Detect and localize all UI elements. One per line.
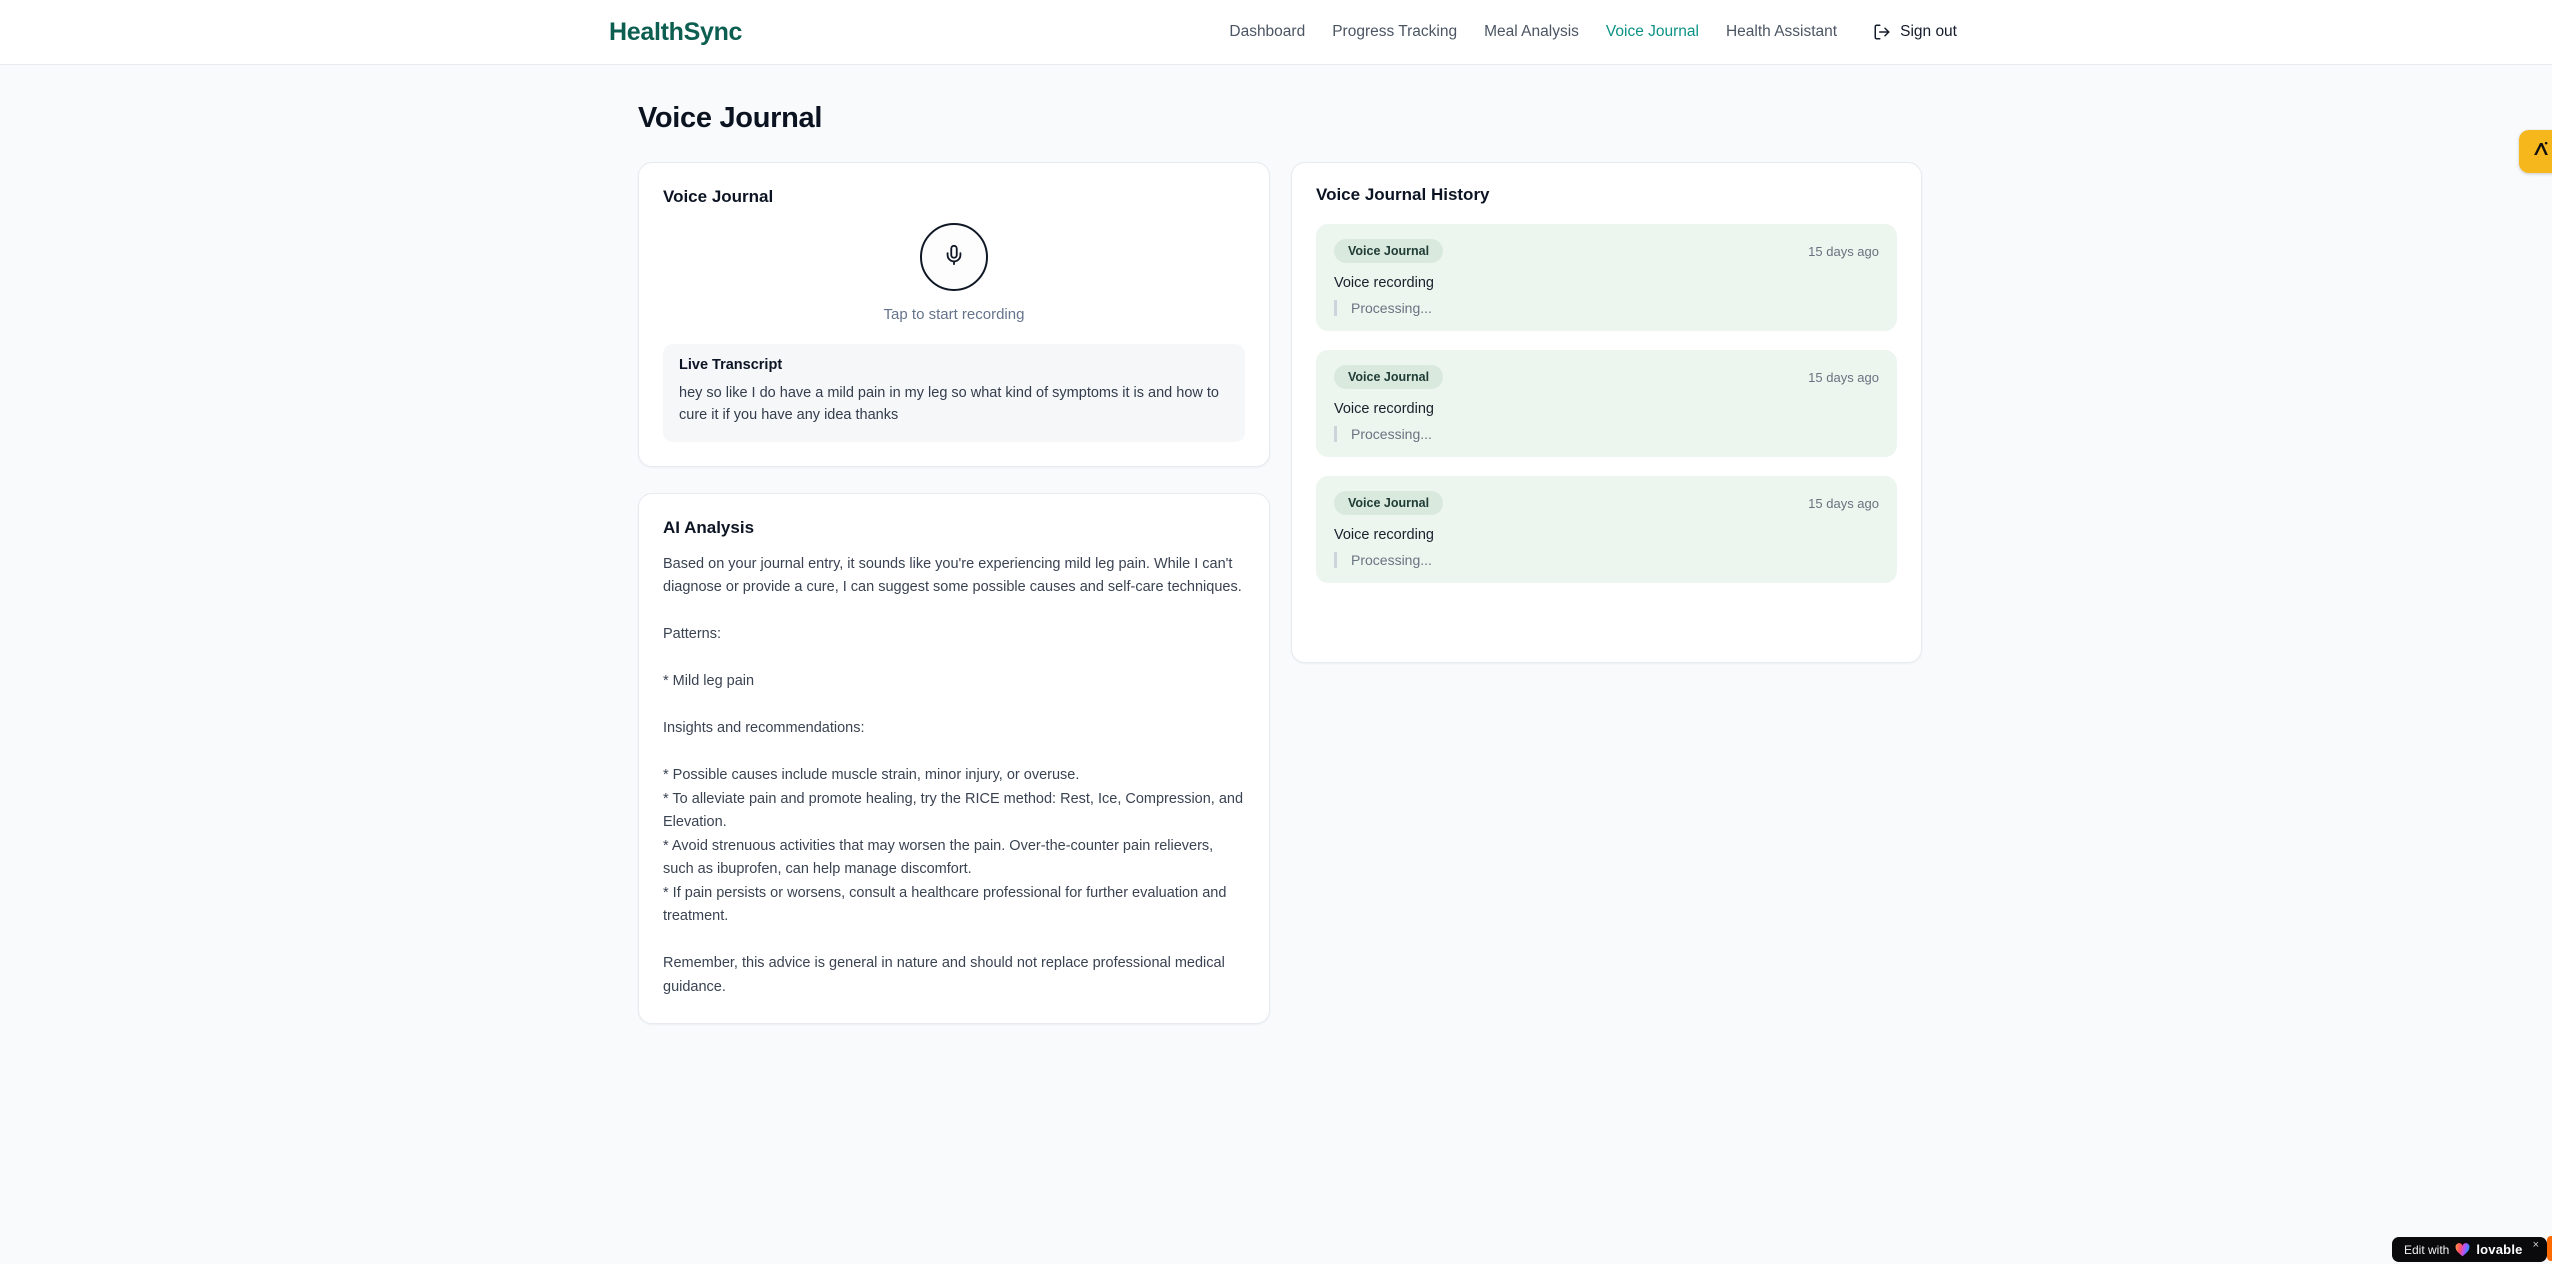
nav-item-meal-analysis[interactable]: Meal Analysis [1484, 23, 1579, 41]
sign-out-label: Sign out [1900, 23, 1957, 40]
close-icon[interactable]: × [2533, 1239, 2539, 1251]
nav-item-health-assistant[interactable]: Health Assistant [1726, 23, 1837, 41]
history-entry[interactable]: Voice Journal 15 days ago Voice recordin… [1316, 350, 1897, 457]
live-transcript-text: hey so like I do have a mild pain in my … [679, 385, 1219, 424]
tap-to-record-hint: Tap to start recording [883, 306, 1025, 323]
voice-recorder-card: Voice Journal Tap to start recording Liv… [638, 162, 1270, 467]
ai-analysis-card: AI Analysis Based on your journal entry,… [638, 492, 1270, 1025]
record-button[interactable] [920, 223, 988, 291]
entry-timestamp: 15 days ago [1808, 495, 1879, 511]
entry-timestamp: 15 days ago [1808, 243, 1879, 259]
app-logo[interactable]: HealthSync [609, 18, 742, 47]
entry-timestamp: 15 days ago [1808, 369, 1879, 385]
edge-widget-sliver[interactable] [2547, 1236, 2552, 1261]
live-transcript-title: Live Transcript [679, 357, 783, 373]
main-nav: Dashboard Progress Tracking Meal Analysi… [1229, 23, 1837, 41]
feedback-widget-button[interactable] [2519, 130, 2552, 173]
top-navbar: HealthSync Dashboard Progress Tracking M… [0, 0, 2552, 65]
entry-status: Processing... [1334, 552, 1879, 568]
ai-analysis-body: Based on your journal entry, it sounds l… [663, 555, 1244, 995]
edit-with-label: Edit with [2404, 1242, 2450, 1257]
entry-type-badge: Voice Journal [1334, 239, 1444, 263]
nav-item-voice-journal[interactable]: Voice Journal [1606, 23, 1699, 41]
history-entry[interactable]: Voice Journal 15 days ago Voice recordin… [1316, 224, 1897, 331]
entry-status: Processing... [1334, 426, 1879, 442]
header-right: Dashboard Progress Tracking Meal Analysi… [1229, 23, 1957, 41]
nav-item-progress-tracking[interactable]: Progress Tracking [1332, 23, 1457, 41]
right-column: Voice Journal History Voice Journal 15 d… [1291, 162, 1922, 1024]
page-title: Voice Journal [638, 102, 823, 134]
log-out-icon [1873, 23, 1891, 41]
entry-type-badge: Voice Journal [1334, 491, 1444, 515]
gradient-heart-icon [2455, 1242, 2470, 1257]
entry-status: Processing... [1334, 300, 1879, 316]
sign-out-button[interactable]: Sign out [1873, 23, 1957, 41]
main-content: Voice Journal Voice Journal Tap to start… [0, 65, 2552, 1025]
lovable-a-icon [2530, 138, 2552, 165]
voice-journal-history-card: Voice Journal History Voice Journal 15 d… [1291, 162, 1922, 663]
entry-title: Voice recording [1334, 527, 1434, 543]
lovable-brand-label: lovable [2476, 1242, 2523, 1257]
left-column: Voice Journal Tap to start recording Liv… [638, 162, 1270, 1025]
history-entry[interactable]: Voice Journal 15 days ago Voice recordin… [1316, 476, 1897, 583]
entry-type-badge: Voice Journal [1334, 365, 1444, 389]
live-transcript-box: Live Transcript hey so like I do have a … [663, 344, 1245, 442]
ai-analysis-title: AI Analysis [663, 517, 755, 537]
edit-with-lovable-badge[interactable]: Edit with lovable × [2392, 1237, 2547, 1262]
recorder-card-title: Voice Journal [663, 187, 774, 206]
microphone-icon [943, 244, 965, 271]
nav-item-dashboard[interactable]: Dashboard [1229, 23, 1305, 41]
entry-title: Voice recording [1334, 275, 1434, 291]
history-card-title: Voice Journal History [1316, 185, 1490, 204]
entry-title: Voice recording [1334, 401, 1434, 417]
